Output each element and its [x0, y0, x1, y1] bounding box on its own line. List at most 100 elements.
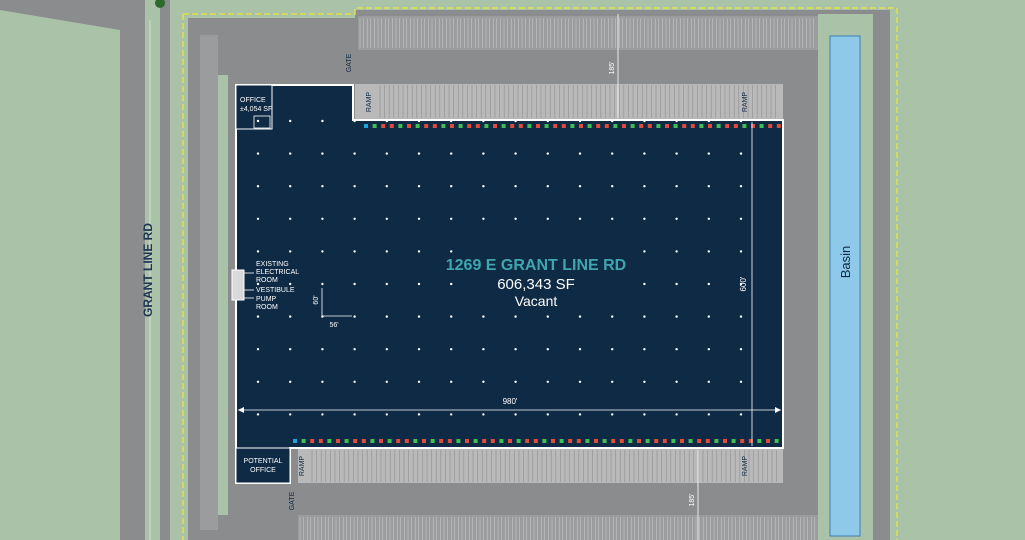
dock-door — [671, 439, 676, 443]
dock-door — [364, 124, 368, 128]
dock-door — [688, 439, 693, 443]
dock-door — [301, 439, 306, 443]
pump-label-2: ROOM — [256, 304, 278, 311]
dock-door — [622, 124, 626, 128]
column-dot — [578, 380, 582, 383]
column-dot — [578, 185, 582, 188]
column-dot — [450, 315, 453, 318]
column-dot — [321, 119, 324, 123]
dock-door — [682, 124, 687, 128]
column-dot — [353, 119, 356, 123]
dock-door — [327, 439, 332, 443]
dock-door — [430, 439, 435, 443]
column-dot — [643, 119, 646, 123]
trailer-parking-bottom — [298, 515, 818, 540]
dock-door — [536, 124, 540, 128]
column-dot — [546, 380, 549, 383]
column-dot — [707, 185, 710, 188]
column-dot — [256, 250, 260, 253]
column-dot — [450, 250, 453, 253]
column-dot — [256, 413, 260, 416]
dock-door — [404, 439, 409, 443]
column-dot — [514, 152, 517, 155]
column-dot — [321, 348, 324, 351]
dock-door — [723, 439, 727, 443]
building-address: 1269 E GRANT LINE RD — [446, 257, 626, 274]
electrical-label-1: EXISTING — [256, 261, 289, 268]
column-dot — [321, 217, 324, 220]
column-dot — [611, 413, 614, 416]
gate-label-bottom: GATE — [289, 491, 296, 510]
dock-door — [415, 124, 420, 128]
column-dot — [385, 413, 388, 416]
column-dot — [739, 119, 743, 123]
truck-court-bottom-label: 185' — [689, 493, 696, 506]
width-dimension-label: 980' — [503, 397, 518, 406]
dock-door — [559, 439, 564, 443]
dock-door — [766, 439, 770, 443]
column-dot — [256, 348, 260, 351]
dock-door — [619, 439, 624, 443]
basin-label: Basin — [838, 246, 853, 279]
parking-island — [218, 75, 228, 515]
column-dot — [450, 217, 453, 220]
column-dot — [289, 119, 292, 123]
ramp-label-bottom-left: RAMP — [299, 456, 306, 477]
dock-apron-bottom — [298, 449, 783, 483]
potential-office-line2: OFFICE — [250, 467, 276, 474]
column-dot — [256, 185, 260, 188]
frontage-lane — [160, 0, 170, 540]
dock-door — [561, 124, 566, 128]
column-dot — [546, 152, 549, 155]
dock-door — [654, 439, 659, 443]
dock-door — [759, 124, 764, 128]
dock-door — [731, 439, 736, 443]
column-dot — [546, 348, 549, 351]
column-dot — [578, 348, 582, 351]
dock-door — [774, 439, 779, 443]
column-dot — [417, 315, 421, 318]
column-dot — [289, 315, 292, 318]
dock-door — [372, 124, 377, 128]
dock-door — [510, 124, 515, 128]
potential-office-line1: POTENTIAL — [244, 458, 283, 465]
column-dot — [417, 348, 421, 351]
dock-door — [708, 124, 712, 128]
dock-door — [740, 439, 745, 443]
column-dot — [353, 348, 356, 351]
column-dot — [385, 380, 388, 383]
dock-door — [542, 439, 547, 443]
column-dot — [289, 282, 292, 286]
column-dot — [707, 380, 710, 383]
dock-doors-top — [364, 124, 781, 128]
column-dot — [385, 348, 388, 351]
dock-door — [482, 439, 487, 443]
column-dot — [450, 348, 453, 351]
dock-door — [527, 124, 532, 128]
column-dot — [643, 217, 646, 220]
column-dot — [353, 250, 356, 253]
column-dot — [611, 380, 614, 383]
ramp-label-bottom-right: RAMP — [742, 456, 749, 477]
column-dot — [385, 152, 388, 155]
dock-door — [680, 439, 684, 443]
column-dot — [514, 315, 517, 318]
column-dot — [321, 282, 324, 286]
dock-door — [716, 124, 721, 128]
column-dot — [321, 250, 324, 253]
dock-door — [576, 439, 581, 443]
dock-door — [697, 439, 702, 443]
column-dot — [385, 119, 388, 123]
dock-door — [776, 124, 781, 128]
column-dot — [482, 119, 485, 123]
ramp-label-top-left: RAMP — [366, 92, 373, 113]
column-dot — [256, 315, 260, 318]
dock-door — [656, 124, 661, 128]
dock-door — [379, 439, 383, 443]
column-dot — [256, 380, 260, 383]
column-dot — [675, 380, 678, 383]
column-dot — [546, 217, 549, 220]
dock-door — [533, 439, 538, 443]
column-dot — [707, 250, 710, 253]
dock-door — [645, 439, 650, 443]
